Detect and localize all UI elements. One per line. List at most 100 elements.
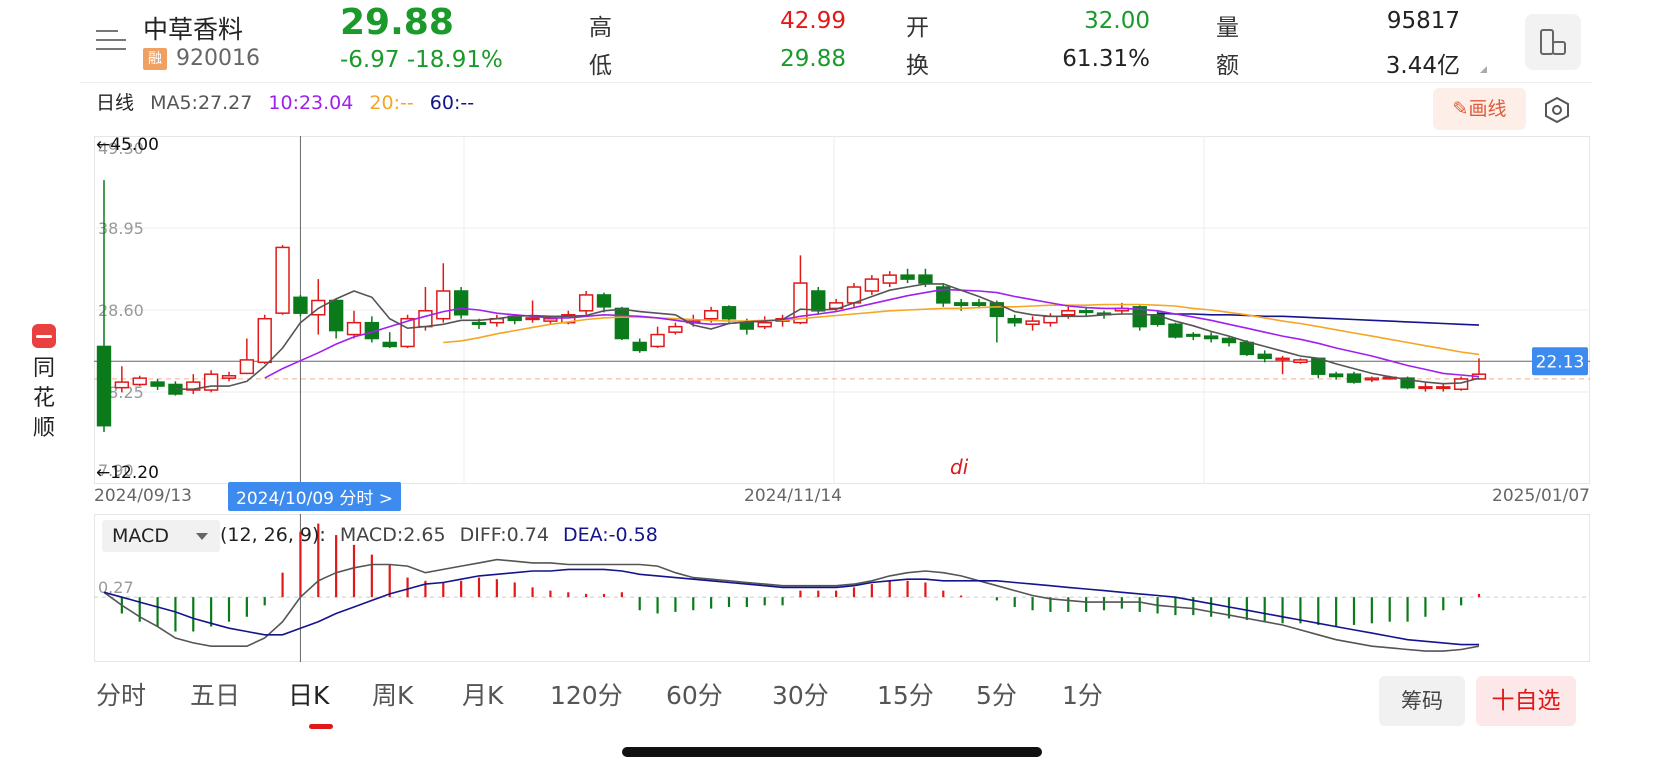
stat-low-label: 低 [589, 53, 612, 79]
candle-down [150, 381, 165, 387]
candle-down [453, 290, 469, 316]
candle-down [328, 299, 344, 332]
tab-120min[interactable]: 120分 [550, 676, 623, 712]
add-favorite-button[interactable]: 十自选 [1476, 676, 1576, 726]
stat-open-value: 32.00 [1084, 8, 1150, 34]
ma20-label: 20:-- [369, 92, 414, 114]
candle-down [918, 274, 933, 284]
device-rotate-icon [1540, 29, 1566, 55]
draw-line-label: 画线 [1468, 98, 1507, 120]
x-axis-label-start: 2024/09/13 [94, 486, 192, 506]
candle-down [739, 321, 755, 330]
macd-y-tick: 0.27 [98, 578, 134, 597]
expand-corner-icon[interactable] [1480, 66, 1487, 73]
settings-hexagon-icon [1545, 96, 1569, 124]
tab-weekly-k[interactable]: 周K [372, 676, 413, 712]
tab-daily-k[interactable]: 日K [288, 676, 329, 712]
candle-down [1239, 341, 1255, 356]
candle-up [1418, 386, 1433, 390]
candle-down [1257, 353, 1272, 360]
home-indicator [622, 747, 1042, 757]
candle-up [436, 290, 451, 320]
x-axis-label-end: 2025/01/07 [1492, 486, 1590, 506]
draw-line-button[interactable]: ✎画线 [1433, 88, 1526, 130]
candle-up [1293, 359, 1308, 364]
landscape-toggle-button[interactable] [1525, 14, 1581, 70]
kline-chart[interactable]: 49.3038.9528.6018.257.90←45.00←12.20 di22… [94, 136, 1590, 484]
macd-value: MACD:2.65 [339, 524, 446, 546]
current-price: 29.88 [340, 2, 454, 43]
tab-monthly-k[interactable]: 月K [462, 676, 503, 712]
stat-amount-value: 3.44亿 [1385, 53, 1460, 79]
candle-up [132, 377, 147, 386]
candle-down [1078, 310, 1094, 314]
candle-up [1364, 377, 1380, 381]
candle-down [1221, 337, 1237, 344]
tab-60min[interactable]: 60分 [666, 676, 723, 712]
candle-up [114, 381, 130, 389]
candle-up [650, 333, 665, 348]
stat-turnover-label: 换 [906, 53, 929, 79]
stock-name: 中草香料 [143, 15, 244, 44]
candle-up [757, 321, 772, 328]
candle-down [382, 341, 397, 348]
candle-down [953, 302, 969, 306]
candle-down [293, 296, 308, 314]
candle-down [1168, 323, 1183, 338]
stat-low-value: 29.88 [780, 46, 846, 72]
active-tab-indicator [309, 724, 333, 729]
pencil-icon: ✎ [1452, 98, 1469, 120]
price-change: -6.97 -18.91% [340, 47, 503, 73]
candle-down [596, 294, 612, 308]
crosshair-date-badge[interactable]: 2024/10/09 分时 > [228, 482, 402, 511]
stat-high-value: 42.99 [780, 8, 846, 34]
candle-down [1203, 335, 1219, 340]
stat-amount-label: 额 [1216, 53, 1239, 79]
candle-down [1311, 357, 1326, 375]
candle-up [668, 325, 683, 333]
candle-up [1275, 357, 1290, 361]
brand-char-1: 同 [32, 356, 55, 381]
indicator-select-label: MACD [112, 525, 169, 547]
y-axis-tick: 28.60 [98, 301, 144, 320]
stat-high-label: 高 [589, 15, 612, 41]
min-price-marker: ←12.20 [96, 463, 159, 483]
max-price-marker: ←45.00 [96, 136, 159, 155]
brand-logo-icon [32, 324, 56, 348]
candle-down [632, 341, 647, 352]
candle-up [239, 359, 255, 375]
tab-15min[interactable]: 15分 [877, 676, 934, 712]
candle-up [1453, 378, 1469, 390]
candle-up [543, 317, 558, 322]
stat-turnover-value: 61.31% [1062, 46, 1150, 72]
macd-params: (12, 26, 9): [220, 524, 326, 546]
candle-down [471, 321, 487, 326]
x-axis-label-mid: 2024/11/14 [744, 486, 842, 506]
tab-5min[interactable]: 5分 [976, 676, 1017, 712]
candle-down [811, 290, 826, 312]
stat-open-label: 开 [906, 15, 929, 41]
candle-up [578, 294, 594, 312]
candle-up [864, 278, 880, 292]
candle-down [971, 302, 987, 306]
menu-icon[interactable] [96, 28, 126, 52]
tab-intraday[interactable]: 分时 [96, 676, 146, 712]
chip-distribution-button[interactable]: 筹码 [1379, 676, 1465, 726]
candle-down [721, 306, 737, 320]
current-price-tag: 22.13 [1536, 352, 1585, 372]
tab-1min[interactable]: 1分 [1062, 676, 1103, 712]
date-axis: 2024/09/13 2024/10/09 分时 > 2024/11/14 20… [94, 482, 1590, 511]
ma-legend: 日线 MA5:27.27 10:23.04 20:-- 60:-- [96, 88, 484, 115]
candle-down [1007, 317, 1022, 324]
ma10-label: 10:23.04 [268, 92, 354, 114]
indicator-select[interactable]: MACD [102, 520, 220, 552]
tab-30min[interactable]: 30分 [772, 676, 829, 712]
event-marker: di [950, 455, 969, 479]
chart-settings-button[interactable] [1543, 96, 1571, 124]
tab-five-day[interactable]: 五日 [190, 676, 240, 712]
candle-up [1061, 310, 1076, 316]
candle-down [900, 274, 915, 280]
candle-up [418, 310, 433, 328]
y-axis-tick: 38.95 [98, 219, 144, 238]
candle-down [96, 345, 112, 427]
